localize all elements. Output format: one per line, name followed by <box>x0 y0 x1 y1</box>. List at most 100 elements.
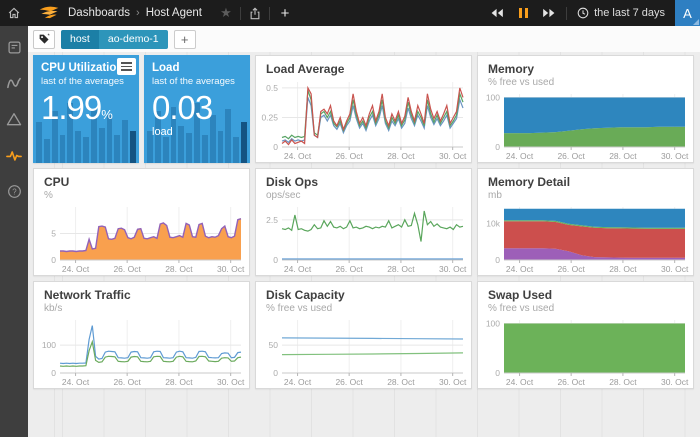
svg-text:2.5: 2.5 <box>266 215 278 225</box>
svg-text:30. Oct: 30. Oct <box>661 264 689 274</box>
svg-text:30. Oct: 30. Oct <box>439 377 467 387</box>
share-icon[interactable] <box>245 0 265 26</box>
tile-title: Load <box>152 62 242 74</box>
panel-load-tile[interactable]: Load last of the averages 0.03 load <box>144 55 250 163</box>
breadcrumb-dashboards[interactable]: Dashboards <box>68 7 130 19</box>
panel-network-traffic[interactable]: Network Traffic kb/s 010024. Oct26. Oct2… <box>33 281 250 389</box>
divider <box>566 7 567 20</box>
svg-text:0: 0 <box>495 142 500 152</box>
star-icon[interactable]: ★ <box>216 0 236 26</box>
panel-disk-ops[interactable]: Disk Ops ops/sec 02.524. Oct26. Oct28. O… <box>255 168 472 276</box>
svg-text:28. Oct: 28. Oct <box>609 377 637 387</box>
help-icon[interactable]: ? <box>4 182 24 200</box>
dashboards-icon[interactable] <box>4 38 24 56</box>
svg-text:0: 0 <box>51 368 56 378</box>
svg-text:0: 0 <box>495 255 500 265</box>
panel-subtitle: ops/sec <box>266 190 461 202</box>
svg-text:30. Oct: 30. Oct <box>217 264 245 274</box>
svg-text:24. Oct: 24. Oct <box>284 377 312 387</box>
clock-icon <box>577 7 589 19</box>
panel-title: Swap Used <box>488 289 683 303</box>
panel-title: Memory Detail <box>488 176 683 190</box>
svg-text:?: ? <box>12 187 17 196</box>
alerts-icon[interactable] <box>4 110 24 128</box>
svg-text:100: 100 <box>42 340 56 350</box>
svg-text:26. Oct: 26. Oct <box>557 264 585 274</box>
tag-host[interactable]: host <box>61 30 99 49</box>
tile-unit: % <box>101 107 113 122</box>
svg-text:0: 0 <box>51 255 56 265</box>
svg-text:24. Oct: 24. Oct <box>506 377 534 387</box>
tag-filter-bar: * host ao-demo-1 + <box>28 26 700 52</box>
svg-text:28. Oct: 28. Oct <box>387 377 415 387</box>
panel-disk-capacity[interactable]: Disk Capacity % free vs used 05024. Oct2… <box>255 281 472 389</box>
panel-load-average[interactable]: Load Average 00.250.524. Oct26. Oct28. O… <box>255 55 472 163</box>
svg-text:100: 100 <box>486 92 500 102</box>
tag-filter-button[interactable]: * <box>33 30 55 49</box>
tag-star-icon: * <box>38 33 51 46</box>
add-tag-button[interactable]: + <box>174 30 196 49</box>
svg-text:30. Oct: 30. Oct <box>439 264 467 274</box>
add-dashboard-button[interactable]: + <box>274 5 296 22</box>
panel-memory[interactable]: Memory % free vs used 010024. Oct26. Oct… <box>477 55 694 163</box>
panel-subtitle: % free vs used <box>266 303 461 315</box>
memory-detail-chart[interactable]: 0 10k 24. Oct 26. Oct 28. Oct 30. Oct <box>478 202 693 275</box>
avatar[interactable]: A <box>675 0 700 26</box>
cpu-chart[interactable]: 0524. Oct26. Oct28. Oct30. Oct <box>34 202 249 275</box>
pause-icon[interactable] <box>510 0 536 26</box>
svg-text:30. Oct: 30. Oct <box>661 151 689 161</box>
tile-menu-button[interactable] <box>117 58 136 75</box>
panel-subtitle: mb <box>488 190 683 202</box>
fast-forward-icon[interactable] <box>536 0 562 26</box>
panel-title: Load Average <box>266 63 461 77</box>
svg-text:24. Oct: 24. Oct <box>284 151 312 161</box>
metrics-icon[interactable] <box>4 74 24 92</box>
panel-subtitle: % free vs used <box>488 77 683 89</box>
tile-subtitle: last of the averages <box>152 76 242 87</box>
time-range-selector[interactable]: the last 7 days <box>571 7 675 19</box>
avatar-initial: A <box>683 6 692 21</box>
svg-text:10k: 10k <box>486 218 500 228</box>
svg-text:26. Oct: 26. Oct <box>557 377 585 387</box>
memory-chart[interactable]: 010024. Oct26. Oct28. Oct30. Oct <box>478 89 693 162</box>
panel-memory-detail[interactable]: Memory Detail mb 0 10k 24. Oct 26. Oct 28. O… <box>477 168 694 276</box>
svg-text:28. Oct: 28. Oct <box>609 264 637 274</box>
top-bar: Dashboards › Host Agent ★ + the last 7 d… <box>0 0 700 26</box>
panel-cpu-utilization-tile[interactable]: CPU Utilization last of the averages 1.9… <box>33 55 139 163</box>
home-icon[interactable] <box>0 0 28 26</box>
rewind-icon[interactable] <box>484 0 510 26</box>
svg-text:*: * <box>47 33 50 39</box>
dashboard-canvas: CPU Utilization last of the averages 1.9… <box>28 52 700 437</box>
disk-capacity-chart[interactable]: 05024. Oct26. Oct28. Oct30. Oct <box>256 315 471 388</box>
svg-text:30. Oct: 30. Oct <box>439 151 467 161</box>
panel-title: Disk Ops <box>266 176 461 190</box>
load-average-chart[interactable]: 00.250.524. Oct26. Oct28. Oct30. Oct <box>256 77 471 162</box>
svg-text:24. Oct: 24. Oct <box>284 264 312 274</box>
solarwinds-logo <box>38 5 60 21</box>
svg-text:30. Oct: 30. Oct <box>661 377 689 387</box>
svg-text:0.25: 0.25 <box>261 112 278 122</box>
network-traffic-chart[interactable]: 010024. Oct26. Oct28. Oct30. Oct <box>34 315 249 388</box>
breadcrumb-current: Host Agent <box>146 7 202 19</box>
svg-text:0: 0 <box>495 368 500 378</box>
disk-ops-chart[interactable]: 02.524. Oct26. Oct28. Oct30. Oct <box>256 202 471 275</box>
svg-text:28. Oct: 28. Oct <box>165 377 193 387</box>
tag-ao-demo-1[interactable]: ao-demo-1 <box>99 30 168 49</box>
panel-title: Network Traffic <box>44 289 239 303</box>
panel-title: Memory <box>488 63 683 77</box>
svg-text:0.5: 0.5 <box>266 83 278 93</box>
panel-swap-used[interactable]: Swap Used % free vs used 010024. Oct26. … <box>477 281 694 389</box>
divider <box>269 7 270 20</box>
svg-text:28. Oct: 28. Oct <box>165 264 193 274</box>
swap-used-chart[interactable]: 010024. Oct26. Oct28. Oct30. Oct <box>478 315 693 388</box>
host-agent-icon[interactable] <box>4 146 24 164</box>
svg-text:0: 0 <box>273 255 278 265</box>
svg-text:26. Oct: 26. Oct <box>335 264 363 274</box>
panel-cpu[interactable]: CPU % 0524. Oct26. Oct28. Oct30. Oct <box>33 168 250 276</box>
svg-text:0: 0 <box>273 142 278 152</box>
panel-title: CPU <box>44 176 239 190</box>
svg-text:24. Oct: 24. Oct <box>506 264 534 274</box>
svg-text:50: 50 <box>269 340 279 350</box>
tile-value: 0.03 <box>152 91 242 126</box>
time-range-label: the last 7 days <box>594 7 665 19</box>
